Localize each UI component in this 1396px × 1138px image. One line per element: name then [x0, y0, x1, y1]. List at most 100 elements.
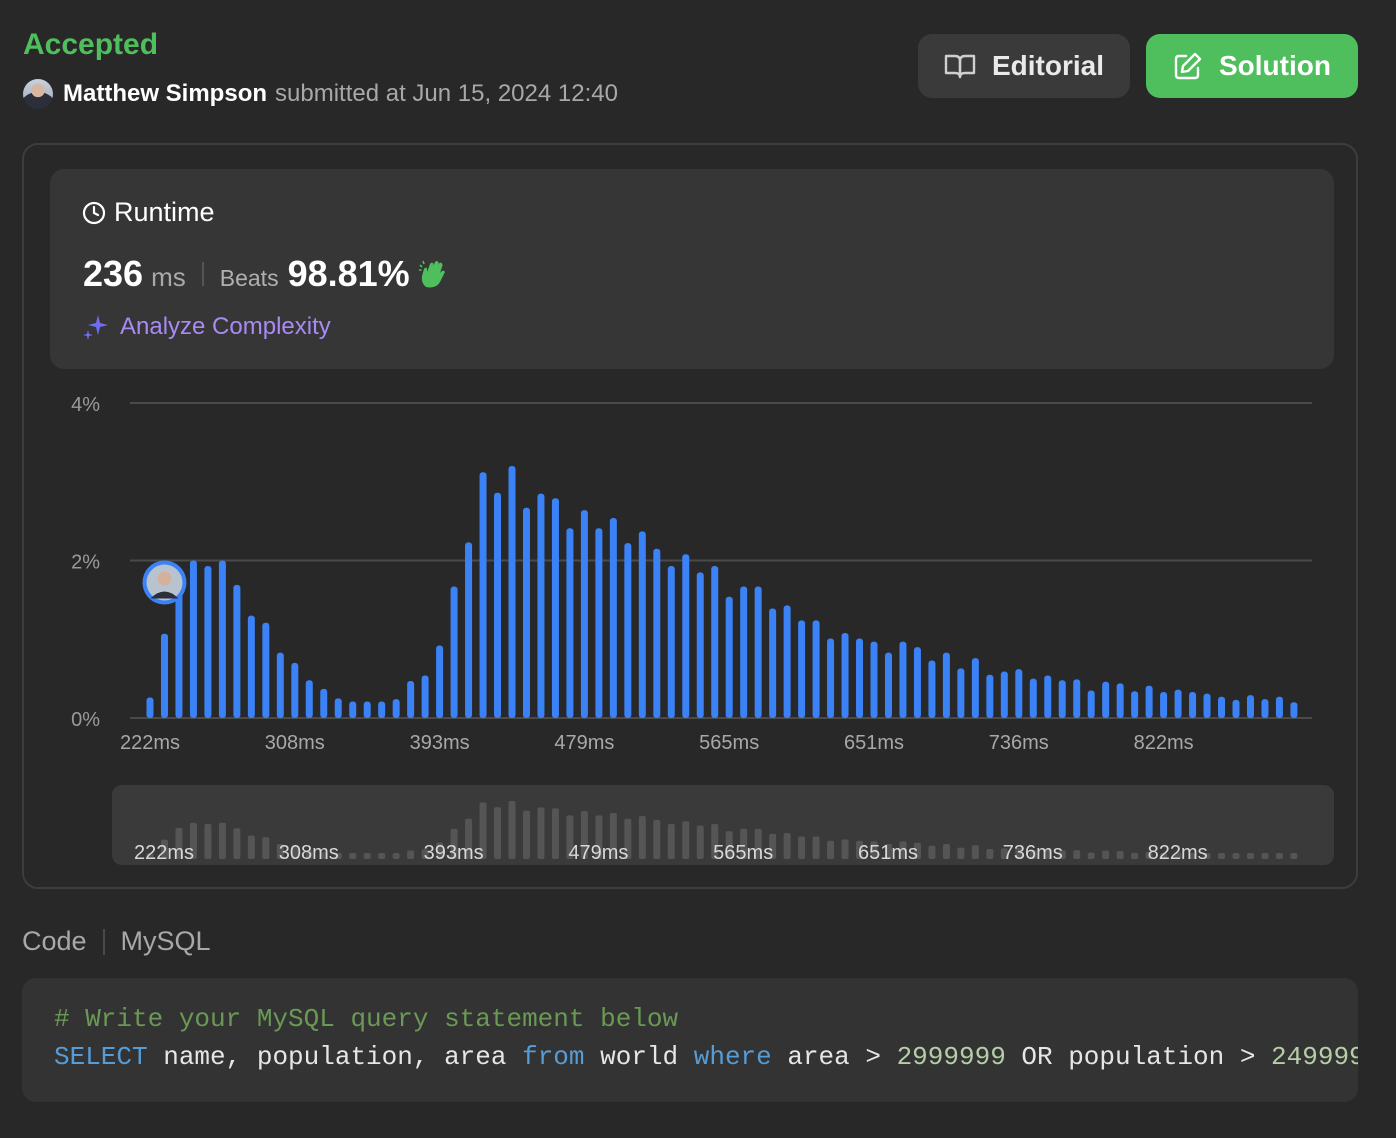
chart-bar [1000, 671, 1008, 718]
code-block[interactable]: # Write your MySQL query statement below… [22, 978, 1358, 1102]
chart-bar [798, 620, 806, 718]
chart-bar [1232, 699, 1240, 718]
chart-bar [942, 652, 950, 718]
chart-bar [884, 652, 892, 718]
minimap-bar [1087, 852, 1095, 859]
x-tick-label: 308ms [265, 732, 325, 754]
chart-bar [522, 507, 530, 718]
user-avatar-marker[interactable] [142, 560, 187, 605]
y-tick-label: 0% [71, 709, 100, 731]
minimap-tick-label: 565ms [713, 842, 773, 864]
x-tick-label: 651ms [844, 732, 904, 754]
minimap-bar [349, 853, 357, 859]
editorial-button[interactable]: Editorial [918, 34, 1130, 98]
minimap-bar [928, 845, 936, 859]
minimap-bar [827, 840, 835, 859]
book-icon [944, 54, 976, 79]
chart-bar [754, 586, 762, 718]
chart-bar [363, 701, 371, 718]
minimap-bar [247, 835, 255, 859]
chart-bar [667, 566, 675, 718]
chart-bar [580, 510, 588, 718]
code-token: 2999999 [896, 1042, 1006, 1072]
chart-bar [1073, 679, 1081, 718]
chart-bar [1116, 683, 1124, 718]
minimap-bar [798, 836, 806, 859]
chart-bar [1160, 692, 1168, 718]
chart-bar [682, 554, 690, 718]
chart-bar [957, 668, 965, 718]
chart-bar [551, 498, 559, 718]
chart-bar [349, 701, 357, 718]
chart-bar [1087, 690, 1095, 718]
chart-bar [638, 531, 646, 718]
solution-button[interactable]: Solution [1146, 34, 1358, 98]
code-token: OR population > [1005, 1042, 1272, 1072]
minimap-bar [638, 816, 646, 859]
chart-bar [841, 632, 849, 718]
chart-bar [233, 584, 241, 718]
minimap-bar [363, 853, 371, 859]
chart-bar [465, 542, 473, 718]
chart-bar [624, 543, 632, 718]
chart-bar [1290, 702, 1298, 718]
minimap-bar [682, 821, 690, 859]
avatar[interactable] [23, 79, 53, 109]
code-token: SELECT [54, 1042, 148, 1072]
minimap-bar [233, 828, 241, 859]
editorial-label: Editorial [991, 50, 1104, 81]
chart-bar [1203, 693, 1211, 718]
author-row: Matthew Simpson submitted at Jun 15, 202… [23, 78, 618, 110]
minimap-tick-label: 479ms [568, 842, 628, 864]
chart-bar [725, 596, 733, 718]
runtime-distribution-chart: 4% 2% 0% 222ms 308ms 393ms 479ms 565ms 651ms 736m… [71, 394, 1312, 864]
chart-bar [1145, 685, 1153, 718]
y-tick-label: 4% [71, 394, 100, 416]
code-token: 24999999 [1271, 1042, 1358, 1072]
code-token: area > [771, 1042, 897, 1072]
minimap-bar [1261, 853, 1269, 859]
chart-bar [769, 608, 777, 718]
chart-bar [696, 572, 704, 718]
minimap-bar [1275, 853, 1283, 859]
chart-bar [1058, 680, 1066, 718]
chart-bar [218, 560, 226, 718]
chart-bar [971, 658, 979, 718]
minimap-tick-label: 822ms [1148, 842, 1208, 864]
code-comment-line: # Write your MySQL query statement below [54, 1004, 679, 1034]
minimap-bar [262, 837, 270, 859]
chart-bar [1275, 696, 1283, 718]
chart-bar [291, 662, 299, 718]
chart-bar [378, 701, 386, 718]
x-tick-label: 565ms [699, 732, 759, 754]
chart-bar [856, 638, 864, 718]
chart-bar [436, 645, 444, 718]
chart-bar [740, 586, 748, 718]
code-token: where [693, 1042, 772, 1072]
minimap-bar [667, 824, 675, 859]
minimap-bar [1116, 851, 1124, 859]
chart-bar [407, 680, 415, 718]
x-tick-label: 736ms [989, 732, 1049, 754]
minimap-bar [551, 808, 559, 859]
chart-bar [1261, 699, 1269, 718]
chart-bar [204, 566, 212, 718]
chart-bar [494, 492, 502, 718]
minimap-bar [812, 836, 820, 859]
code-token: from [522, 1042, 585, 1072]
chart-bar [812, 620, 820, 718]
chart-bar [1044, 675, 1052, 718]
chart-bar [1189, 692, 1197, 718]
chart-bar [711, 566, 719, 718]
runtime-panel: Runtime 236 ms Beats 98.81% Analyze Comp… [22, 143, 1358, 889]
chart-bar [870, 641, 878, 718]
author-name[interactable]: Matthew Simpson [63, 80, 267, 108]
chart-bar [160, 633, 168, 718]
minimap-bar [1290, 853, 1298, 859]
chart-bar [609, 517, 617, 718]
minimap-tick-label: 736ms [1003, 842, 1063, 864]
chart-bar [508, 466, 516, 718]
chart-bar [1246, 695, 1254, 718]
minimap-bar [1246, 853, 1254, 859]
chart-bar [479, 472, 487, 718]
